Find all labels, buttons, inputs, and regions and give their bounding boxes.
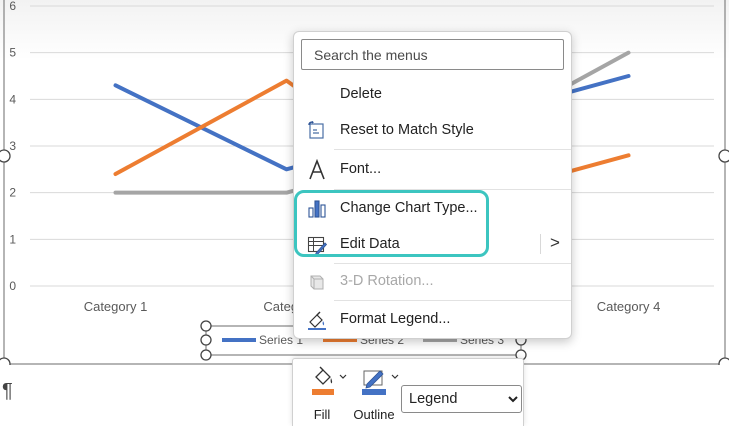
chart-resize-handle <box>718 357 729 365</box>
menu-item-delete[interactable]: Delete <box>294 77 571 111</box>
chart-resize-handle <box>0 357 11 365</box>
annotation-highlight-box <box>294 190 489 257</box>
context-menu: Delete Reset to Match Style Font... <box>293 31 572 339</box>
fill-label: Fill <box>313 407 331 422</box>
chart-element-select[interactable]: Legend <box>401 385 522 413</box>
menu-item-font[interactable]: Font... <box>294 152 571 186</box>
fill-button[interactable]: Fill <box>296 363 348 425</box>
font-icon <box>306 159 328 181</box>
mini-toolbar: Fill Outline Legend <box>292 358 524 426</box>
legend-resize-handle <box>200 320 212 332</box>
fill-bucket-icon <box>312 366 347 395</box>
menu-item-label: 3-D Rotation... <box>340 273 434 289</box>
y-tick-label: 5 <box>9 46 16 60</box>
outline-button[interactable]: Outline <box>348 363 400 425</box>
menu-item-reset-style[interactable]: Reset to Match Style <box>294 113 571 147</box>
submenu-chevron-icon[interactable]: > <box>550 233 560 253</box>
outline-pen-icon <box>362 370 399 395</box>
submenu-divider <box>540 234 541 254</box>
x-tick-label: Category 4 <box>597 299 661 314</box>
legend-resize-handle <box>200 349 212 361</box>
menu-separator <box>334 149 571 150</box>
outline-label: Outline <box>353 407 395 422</box>
y-tick-label: 1 <box>9 232 16 246</box>
menu-item-3d-rotation[interactable]: 3-D Rotation... <box>294 264 571 298</box>
y-tick-label: 2 <box>9 186 16 200</box>
menu-item-label: Font... <box>340 161 382 177</box>
paragraph-mark: ¶ <box>2 380 13 402</box>
x-tick-label: Category 1 <box>84 299 148 314</box>
y-tick-label: 6 <box>9 0 16 13</box>
menu-search-input[interactable] <box>301 39 564 70</box>
y-tick-label: 4 <box>9 92 16 106</box>
chart-resize-handle <box>718 149 729 163</box>
menu-item-label: Reset to Match Style <box>340 122 474 138</box>
chart-resize-handle <box>0 149 11 163</box>
menu-separator <box>334 300 571 301</box>
menu-item-label: Delete <box>340 86 382 102</box>
y-tick-label: 0 <box>9 279 16 293</box>
format-legend-icon <box>306 309 328 331</box>
menu-item-format-legend[interactable]: Format Legend... <box>294 302 571 336</box>
rotation-icon <box>306 271 328 293</box>
menu-item-label: Format Legend... <box>340 311 451 327</box>
legend-resize-handle <box>200 334 212 346</box>
reset-style-icon <box>306 120 328 142</box>
y-tick-label: 3 <box>9 139 16 153</box>
